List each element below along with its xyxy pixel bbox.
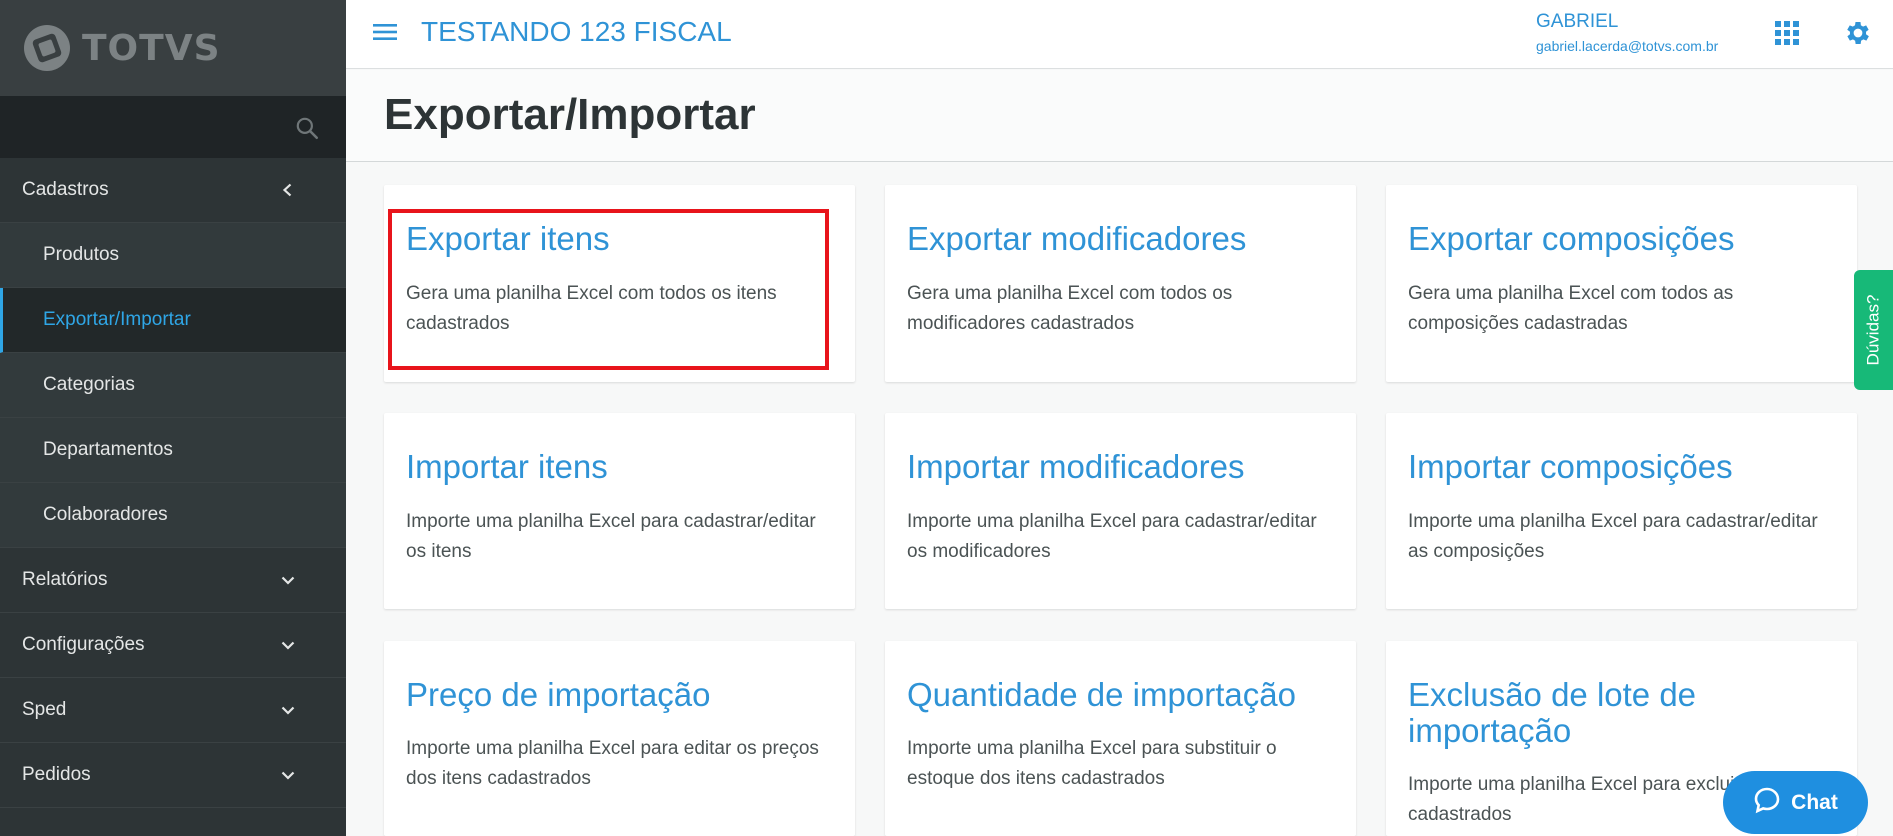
sidebar-group-label: Cadastros [22,179,109,200]
sidebar-item-label: Produtos [43,244,120,265]
card-title: Preço de importação [406,676,711,713]
card-description: Gera uma planilha Excel com todos os mod… [907,283,1233,334]
page-header: Exportar/Importar [346,70,1893,162]
sidebar-item-label: Colaboradores [43,504,168,525]
app-title: TESTANDO 123 FISCAL [421,16,732,47]
card-description: Importe uma planilha Excel para cadastra… [1408,511,1818,562]
chevron-down-icon [280,702,296,718]
card-title: Importar itens [406,448,608,485]
sidebar-item-categorias[interactable]: Categorias [0,353,346,418]
card-exportar-composicoes[interactable]: Exportar composições Gera uma planilha E… [1386,185,1857,382]
help-tab-label: Dúvidas? [1863,294,1883,366]
card-title: Importar composições [1408,448,1733,485]
card-title: Exportar modificadores [907,220,1247,257]
top-header: TESTANDO 123 FISCAL GABRIEL gabriel.lace… [346,0,1893,69]
search-icon[interactable] [294,115,320,146]
apps-grid-icon[interactable] [1775,21,1799,50]
sidebar-group-label: Pedidos [22,764,91,785]
card-importar-itens[interactable]: Importar itens Importe uma planilha Exce… [384,413,855,609]
sidebar-group-label: Sped [22,699,67,720]
chat-button[interactable]: Chat [1723,771,1868,834]
page-title: Exportar/Importar [384,90,756,139]
card-exportar-modificadores[interactable]: Exportar modificadores Gera uma planilha… [885,185,1356,382]
card-quantidade-de-importacao[interactable]: Quantidade de importação Importe uma pla… [885,641,1356,836]
sidebar-group-cadastros[interactable]: Cadastros [0,158,346,223]
card-title: Exportar composições [1408,220,1735,257]
sidebar-item-label: Categorias [43,374,135,395]
sidebar-item-exportar-importar[interactable]: Exportar/Importar [0,288,346,353]
menu-icon[interactable] [372,19,398,50]
chevron-down-icon [280,637,296,653]
sidebar-item-departamentos[interactable]: Departamentos [0,418,346,483]
card-title: Importar modificadores [907,448,1245,485]
chevron-left-icon [280,182,296,198]
card-description: Importe uma planilha Excel para cadastra… [406,511,816,562]
card-preco-de-importacao[interactable]: Preço de importação Importe uma planilha… [384,641,855,836]
chat-bubble-icon [1753,786,1781,820]
logo-text: TOTVS [82,27,221,69]
chevron-down-icon [280,767,296,783]
chat-label: Chat [1791,790,1838,814]
card-description: Importe uma planilha Excel para substitu… [907,738,1277,789]
sidebar: TOTVS Cadastros Produtos Exportar/Import… [0,0,346,836]
user-email: gabriel.lacerda@totvs.com.br [1536,38,1719,54]
sidebar-group-relatorios[interactable]: Relatórios [0,548,346,613]
user-name[interactable]: GABRIEL [1536,11,1618,33]
card-importar-modificadores[interactable]: Importar modificadores Importe uma plani… [885,413,1356,609]
sidebar-item-label: Exportar/Importar [43,309,191,330]
sidebar-group-configuracoes[interactable]: Configurações [0,613,346,678]
sidebar-group-label: Relatórios [22,569,108,590]
totvs-logo-icon [24,25,70,71]
card-importar-composicoes[interactable]: Importar composições Importe uma planilh… [1386,413,1857,609]
sidebar-group-pedidos[interactable]: Pedidos [0,743,346,808]
card-description: Importe uma planilha Excel para cadastra… [907,511,1317,562]
sidebar-group-sped[interactable]: Sped [0,678,346,743]
chevron-down-icon [280,572,296,588]
help-tab[interactable]: Dúvidas? [1854,270,1893,390]
gear-icon[interactable] [1843,18,1873,53]
sidebar-item-colaboradores[interactable]: Colaboradores [0,483,346,548]
sidebar-search[interactable] [0,96,346,158]
sidebar-item-label: Departamentos [43,439,173,460]
sidebar-group-label: Configurações [22,634,145,655]
sidebar-item-produtos[interactable]: Produtos [0,223,346,288]
card-title: Quantidade de importação [907,676,1296,713]
card-title: Exclusão de lote de importação [1408,676,1697,749]
card-description: Importe uma planilha Excel para editar o… [406,738,819,789]
logo[interactable]: TOTVS [0,0,346,96]
card-description: Gera uma planilha Excel com todos as com… [1408,283,1734,334]
highlight-box [388,209,829,370]
